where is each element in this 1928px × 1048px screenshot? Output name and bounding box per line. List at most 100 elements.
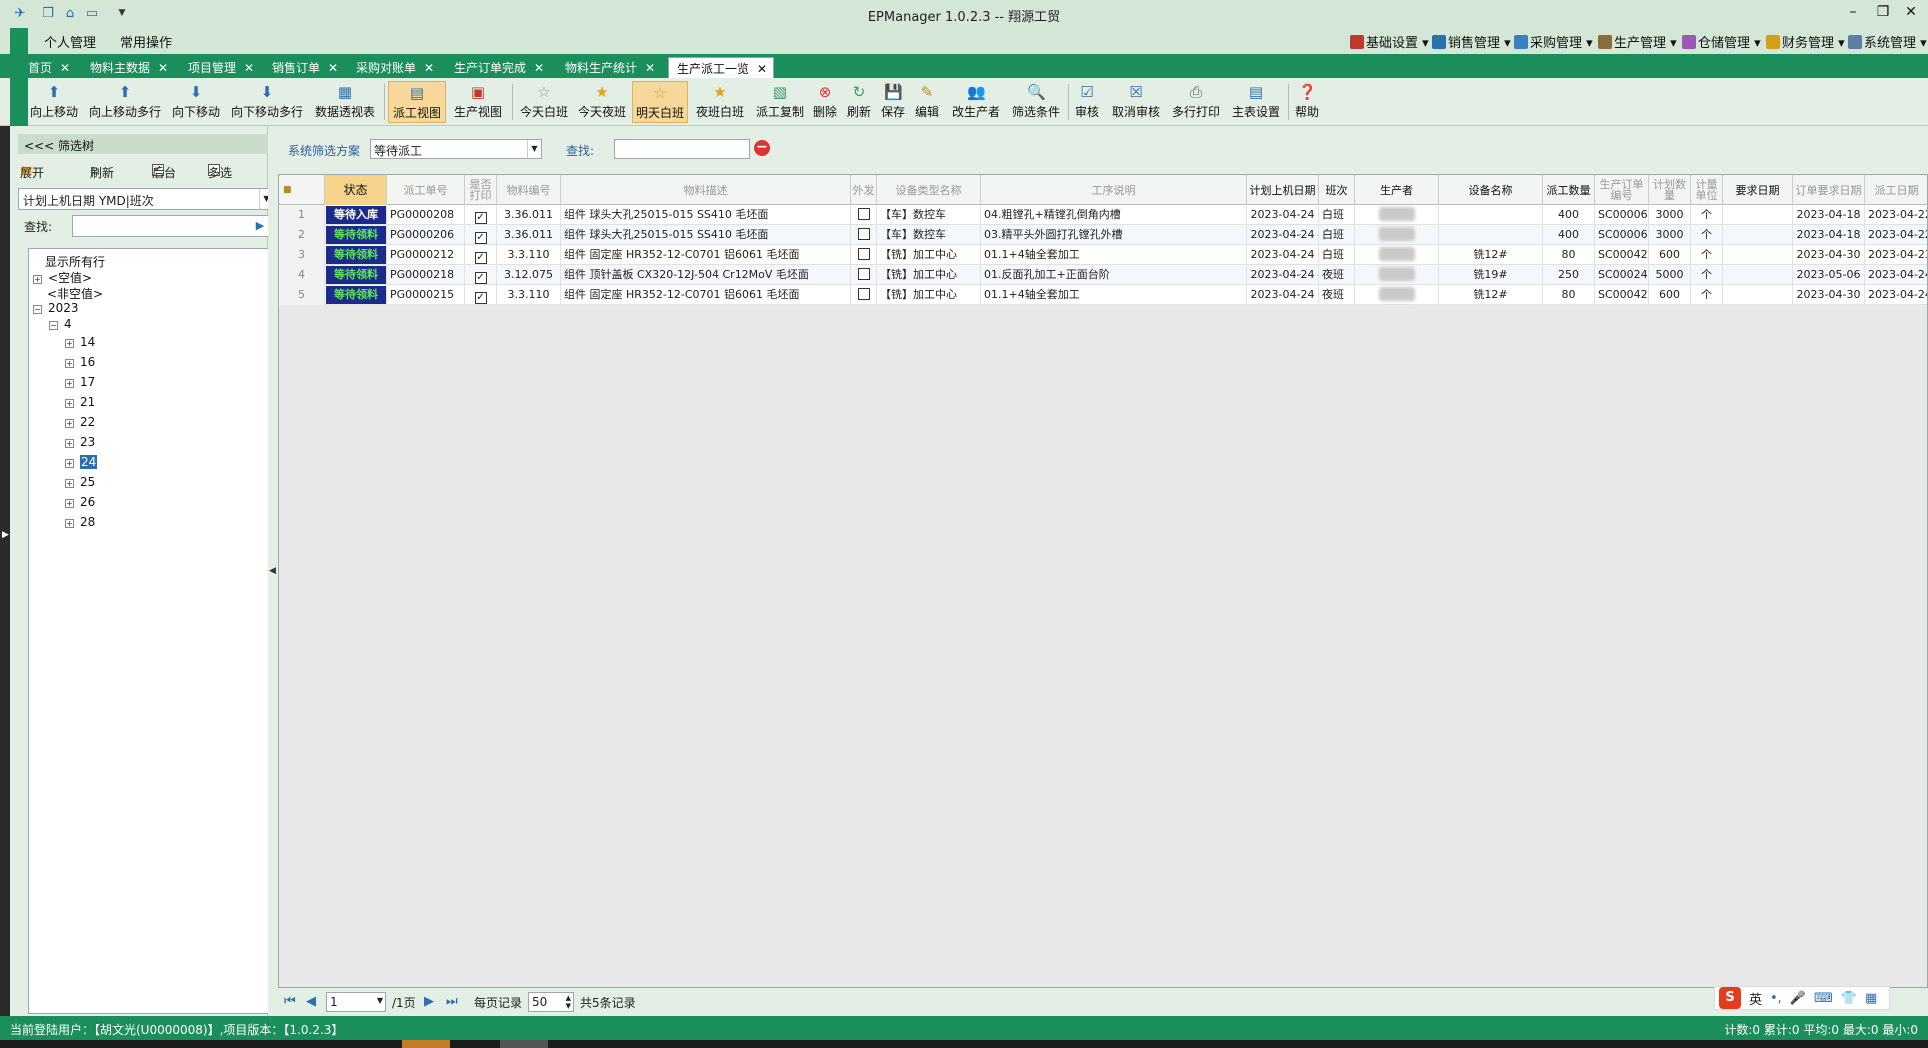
col-unit[interactable]: 计量单位 — [1691, 175, 1723, 205]
cell-proc[interactable]: 04.粗镗孔+精镗孔倒角内槽 — [981, 205, 1247, 225]
col-producer[interactable]: 生产者 — [1355, 175, 1439, 205]
cell-n[interactable]: 1 — [279, 205, 325, 225]
pivot-table-button[interactable]: ▦ 数据透视表 — [312, 81, 378, 123]
cell-prod[interactable] — [1355, 225, 1439, 245]
col-plan-qty[interactable]: 计划数量 — [1649, 175, 1691, 205]
today-day-shift-button[interactable]: ☆ 今天白班 — [516, 81, 572, 123]
cell-shift[interactable]: 白班 — [1319, 245, 1355, 265]
cell-print[interactable]: ✓ — [465, 245, 497, 265]
tree-find-input[interactable]: ▶ — [72, 215, 270, 237]
cell-n[interactable]: 5 — [279, 285, 325, 305]
cell-req[interactable] — [1723, 265, 1793, 285]
cell-shift[interactable]: 白班 — [1319, 225, 1355, 245]
cell-n[interactable]: 2 — [279, 225, 325, 245]
chevron-right-icon[interactable]: ▶ — [2, 530, 9, 540]
expand-plus-icon[interactable]: + — [65, 459, 74, 468]
cell-unit[interactable]: 个 — [1691, 205, 1723, 225]
tree-node-day[interactable]: +16 — [65, 355, 95, 369]
filter-scheme-select[interactable]: 等待派工 ▼ — [370, 139, 542, 159]
tab-production-complete[interactable]: 生产订单完成 ✕ — [454, 57, 544, 78]
col-printed[interactable]: 是否打印 — [465, 175, 497, 205]
cell-out[interactable] — [851, 245, 877, 265]
cell-dev[interactable] — [1439, 205, 1543, 225]
expand-plus-icon[interactable]: + — [65, 439, 74, 448]
cell-prod[interactable] — [1355, 285, 1439, 305]
help-button[interactable]: ❓ 帮助 — [1292, 81, 1322, 123]
close-icon[interactable]: ✕ — [60, 61, 70, 75]
close-icon[interactable]: ✕ — [534, 61, 544, 75]
cell-dev[interactable]: 铣12# — [1439, 285, 1543, 305]
collapse-minus-icon[interactable]: − — [33, 305, 42, 314]
cell-order[interactable]: SC00024 — [1595, 265, 1649, 285]
per-page-input[interactable]: 50 ▲ ▼ — [528, 992, 574, 1012]
cell-equip[interactable]: 【铣】加工中心 — [877, 285, 981, 305]
cell-status[interactable]: 等待领料 — [325, 225, 387, 245]
expand-plus-icon[interactable]: + — [65, 359, 74, 368]
cell-mat[interactable]: 3.3.110 — [497, 285, 561, 305]
ime-lang[interactable]: 英 — [1749, 989, 1762, 1008]
checkbox-unchecked[interactable] — [857, 268, 870, 280]
chevron-down-icon[interactable]: ▼ — [527, 140, 541, 158]
cell-plan[interactable]: 5000 — [1649, 265, 1691, 285]
cell-out[interactable] — [851, 285, 877, 305]
cell-plan[interactable]: 600 — [1649, 245, 1691, 265]
cell-date[interactable]: 2023-04-24 — [1247, 245, 1319, 265]
chevron-down-icon[interactable]: ▼ — [377, 996, 383, 1005]
cell-pdate[interactable]: 2023-04-22 — [1865, 205, 1927, 225]
taskbar-item[interactable] — [402, 1040, 450, 1048]
group-by-combo[interactable]: 计划上机日期 YMD|班次 ▼ — [18, 188, 274, 210]
checkbox-unchecked[interactable] — [857, 248, 870, 260]
main-table-settings-button[interactable]: ▤ 主表设置 — [1228, 81, 1284, 123]
cell-dev[interactable]: 铣12# — [1439, 245, 1543, 265]
cell-oreq[interactable]: 2023-04-30 — [1793, 285, 1865, 305]
spin-icon[interactable]: ▲ ▼ — [566, 994, 571, 1010]
cell-oreq[interactable]: 2023-04-18 — [1793, 225, 1865, 245]
col-required-date[interactable]: 要求日期 — [1723, 175, 1793, 205]
tab-sales-order[interactable]: 销售订单 ✕ — [272, 57, 338, 78]
cell-qty[interactable]: 80 — [1543, 245, 1595, 265]
cell-qty[interactable]: 400 — [1543, 225, 1595, 245]
table-row[interactable]: 1 等待入库 PG0000208 ✓ 3.36.011 组件 球头大孔25015-015 … — [279, 205, 1927, 225]
close-icon[interactable]: ✕ — [424, 61, 434, 75]
close-icon[interactable]: ✕ — [158, 61, 168, 75]
close-icon[interactable]: ✕ — [328, 61, 338, 75]
cell-mat[interactable]: 3.36.011 — [497, 225, 561, 245]
expand-plus-icon[interactable]: + — [65, 419, 74, 428]
tab-production-dispatch[interactable]: 生产派工一览 ✕ — [668, 57, 775, 78]
cell-desc[interactable]: 组件 球头大孔25015-015 SS410 毛坯面 — [561, 205, 851, 225]
cell-n[interactable]: 3 — [279, 245, 325, 265]
today-night-shift-button[interactable]: ★ 今天夜班 — [574, 81, 630, 123]
delete-button[interactable]: ⊗ 删除 — [810, 81, 840, 123]
cell-no[interactable]: PG0000215 — [387, 285, 465, 305]
last-page-icon[interactable]: ⏭ — [446, 994, 458, 1009]
tab-material-master[interactable]: 物料主数据 ✕ — [90, 57, 168, 78]
refresh-button[interactable]: ↻ 刷新 — [844, 81, 874, 123]
go-arrow-icon[interactable]: ▶ — [251, 216, 269, 236]
menu-finance[interactable]: 财务管理 ▾ — [1766, 32, 1845, 51]
cell-equip[interactable]: 【铣】加工中心 — [877, 265, 981, 285]
filter-tree-header[interactable]: <<< 筛选树 — [18, 134, 274, 154]
restore-button[interactable]: ❐ — [1872, 4, 1894, 22]
cell-proc[interactable]: 03.精平头外圆打孔镗孔外槽 — [981, 225, 1247, 245]
tree-node-day[interactable]: +14 — [65, 335, 95, 349]
row-indicator-header[interactable]: ■ — [279, 175, 325, 205]
cell-equip[interactable]: 【车】数控车 — [877, 205, 981, 225]
table-row[interactable]: 2 等待领料 PG0000206 ✓ 3.36.011 组件 球头大孔25015-015 … — [279, 225, 1927, 245]
cancel-approve-button[interactable]: ☒ 取消审核 — [1108, 81, 1164, 123]
checkbox-checked[interactable]: ✓ — [474, 212, 487, 224]
cell-prod[interactable] — [1355, 265, 1439, 285]
cell-out[interactable] — [851, 225, 877, 245]
cell-plan[interactable]: 600 — [1649, 285, 1691, 305]
prev-page-icon[interactable]: ◀ — [306, 994, 316, 1009]
expand-plus-icon[interactable]: + — [65, 379, 74, 388]
cell-desc[interactable]: 组件 顶针盖板 CX320-12J-504 Cr12MoV 毛坯面 — [561, 265, 851, 285]
cell-qty[interactable]: 400 — [1543, 205, 1595, 225]
cell-pdate[interactable]: 2023-04-24 — [1865, 265, 1927, 285]
cell-proc[interactable]: 01.1+4轴全套加工 — [981, 285, 1247, 305]
close-button[interactable]: ✕ — [1900, 4, 1922, 22]
cell-status[interactable]: 等待领料 — [325, 265, 387, 285]
cell-order[interactable]: SC00042 — [1595, 245, 1649, 265]
table-row[interactable]: 5 等待领料 PG0000215 ✓ 3.3.110 组件 固定座 HR352-12-C0… — [279, 285, 1927, 305]
tree-node-all[interactable]: 显示所有行 — [45, 253, 105, 270]
cell-n[interactable]: 4 — [279, 265, 325, 285]
